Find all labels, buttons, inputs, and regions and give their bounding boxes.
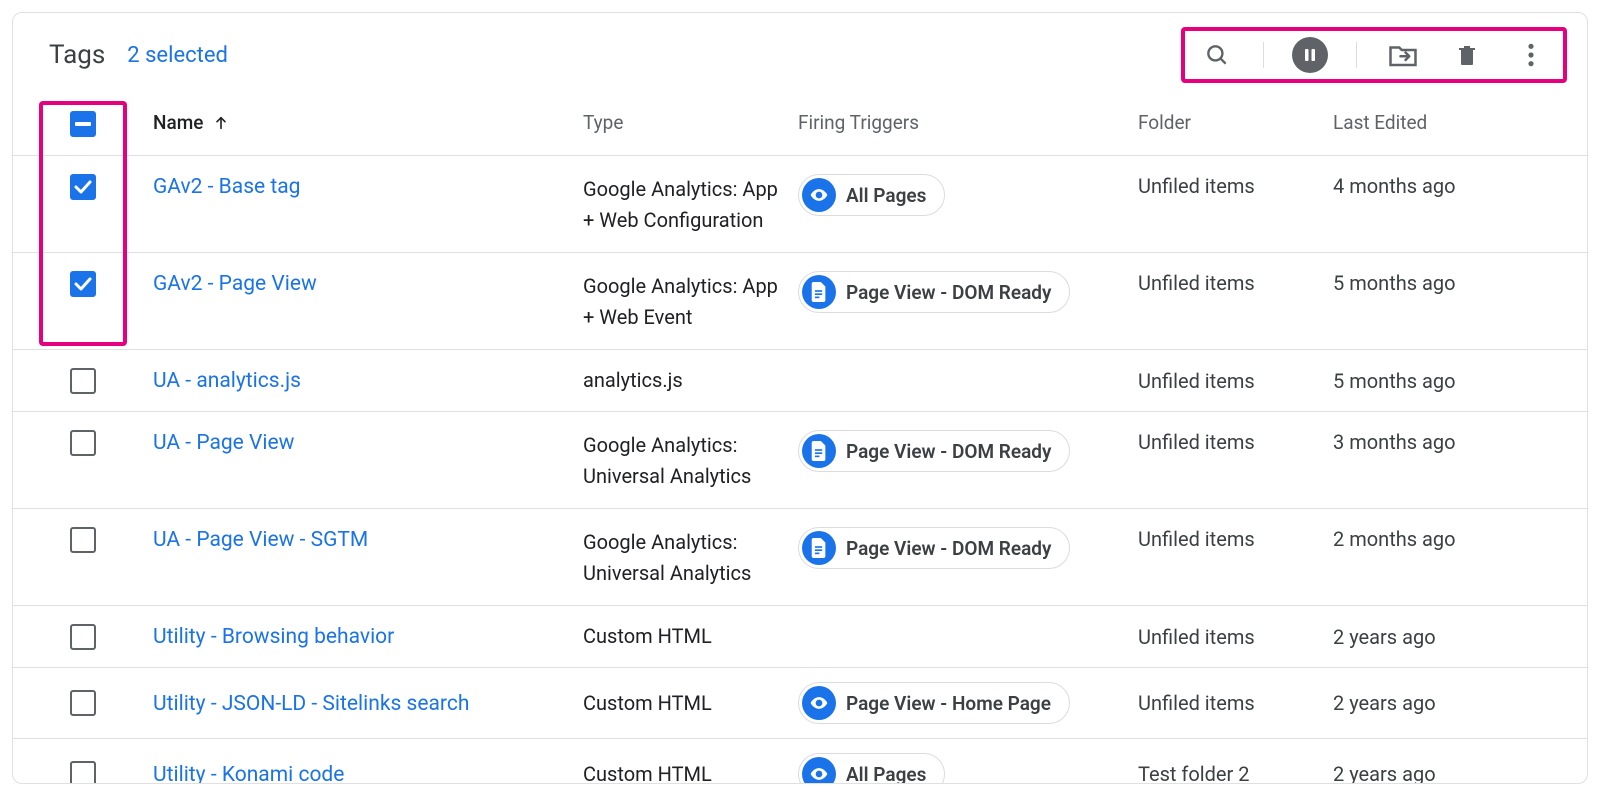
col-name[interactable]: Name (153, 111, 583, 134)
row-checkbox[interactable] (70, 690, 96, 716)
last-edited-cell: 2 years ago (1333, 762, 1583, 784)
toolbar (1181, 27, 1567, 83)
trigger-cell: Page View - DOM Ready (798, 527, 1138, 569)
last-edited-cell: 2 years ago (1333, 625, 1583, 649)
col-triggers[interactable]: Firing Triggers (798, 111, 1138, 134)
tag-type: Google Analytics: App + Web Event (583, 271, 798, 333)
dom-ready-icon (802, 434, 836, 468)
trigger-chip[interactable]: Page View - DOM Ready (798, 527, 1070, 569)
sort-asc-icon (213, 115, 229, 131)
header: Tags 2 selected (13, 13, 1587, 97)
more-button[interactable] (1513, 37, 1549, 73)
page-title: Tags (49, 40, 105, 70)
row-checkbox[interactable] (70, 174, 96, 200)
row-checkbox[interactable] (70, 368, 96, 394)
trigger-chip[interactable]: Page View - DOM Ready (798, 271, 1070, 313)
trigger-cell: All Pages (798, 753, 1138, 784)
folder-move-icon (1388, 42, 1418, 68)
folder-cell: Unfiled items (1138, 527, 1333, 551)
table-row[interactable]: GAv2 - Page View Google Analytics: App + … (13, 253, 1587, 350)
tag-type: analytics.js (583, 365, 798, 396)
trigger-label: All Pages (846, 763, 926, 785)
toolbar-divider (1356, 42, 1357, 68)
col-edited[interactable]: Last Edited (1333, 111, 1583, 134)
trigger-label: Page View - DOM Ready (846, 537, 1051, 560)
row-checkbox[interactable] (70, 624, 96, 650)
select-all-checkbox[interactable] (70, 111, 96, 137)
pause-icon (1292, 37, 1328, 73)
dom-ready-icon (802, 275, 836, 309)
tag-type: Google Analytics: Universal Analytics (583, 527, 798, 589)
pageview-icon (802, 178, 836, 212)
tag-type: Google Analytics: Universal Analytics (583, 430, 798, 492)
trigger-cell: All Pages (798, 174, 1138, 216)
folder-cell: Test folder 2 (1138, 762, 1333, 784)
folder-cell: Unfiled items (1138, 625, 1333, 649)
last-edited-cell: 5 months ago (1333, 271, 1583, 295)
search-icon (1204, 42, 1230, 68)
tags-card: Tags 2 selected (12, 12, 1588, 784)
folder-cell: Unfiled items (1138, 369, 1333, 393)
dom-ready-icon (802, 531, 836, 565)
row-checkbox[interactable] (70, 430, 96, 456)
row-checkbox[interactable] (70, 527, 96, 553)
last-edited-cell: 5 months ago (1333, 369, 1583, 393)
toolbar-divider (1263, 42, 1264, 68)
table-row[interactable]: UA - Page View Google Analytics: Universa… (13, 412, 1587, 509)
trigger-label: Page View - DOM Ready (846, 440, 1051, 463)
tag-name-link[interactable]: UA - Page View - SGTM (153, 528, 368, 552)
row-checkbox[interactable] (70, 761, 96, 784)
more-vert-icon (1527, 42, 1535, 68)
trigger-chip[interactable]: Page View - Home Page (798, 682, 1070, 724)
folder-cell: Unfiled items (1138, 691, 1333, 715)
last-edited-cell: 2 months ago (1333, 527, 1583, 551)
trigger-label: All Pages (846, 184, 926, 207)
trigger-label: Page View - Home Page (846, 692, 1051, 715)
trigger-cell: Page View - DOM Ready (798, 271, 1138, 313)
tag-name-link[interactable]: Utility - Browsing behavior (153, 625, 394, 649)
folder-cell: Unfiled items (1138, 174, 1333, 198)
pageview-icon (802, 686, 836, 720)
table-header: Name Type Firing Triggers Folder Last Ed… (13, 97, 1587, 156)
trigger-chip[interactable]: Page View - DOM Ready (798, 430, 1070, 472)
tag-type: Custom HTML (583, 759, 798, 785)
last-edited-cell: 4 months ago (1333, 174, 1583, 198)
table-row[interactable]: GAv2 - Base tag Google Analytics: App + W… (13, 156, 1587, 253)
tag-name-link[interactable]: UA - analytics.js (153, 369, 301, 393)
tag-name-link[interactable]: UA - Page View (153, 431, 294, 455)
tag-type: Custom HTML (583, 688, 798, 719)
trigger-cell: Page View - DOM Ready (798, 430, 1138, 472)
col-folder[interactable]: Folder (1138, 111, 1333, 134)
col-type[interactable]: Type (583, 111, 798, 134)
trigger-chip[interactable]: All Pages (798, 753, 945, 784)
tag-name-link[interactable]: Utility - Konami code (153, 763, 344, 785)
tag-type: Google Analytics: App + Web Configuratio… (583, 174, 798, 236)
table-row[interactable]: Utility - JSON-LD - Sitelinks search Cust… (13, 668, 1587, 739)
last-edited-cell: 2 years ago (1333, 691, 1583, 715)
folder-cell: Unfiled items (1138, 430, 1333, 454)
table-row[interactable]: Utility - Browsing behavior Custom HTML Un… (13, 606, 1587, 668)
tags-table: Name Type Firing Triggers Folder Last Ed… (13, 97, 1587, 784)
delete-button[interactable] (1449, 37, 1485, 73)
last-edited-cell: 3 months ago (1333, 430, 1583, 454)
move-to-folder-button[interactable] (1385, 37, 1421, 73)
search-button[interactable] (1199, 37, 1235, 73)
tag-name-link[interactable]: GAv2 - Base tag (153, 175, 300, 199)
table-row[interactable]: UA - analytics.js analytics.js Unfiled ite… (13, 350, 1587, 412)
trigger-chip[interactable]: All Pages (798, 174, 945, 216)
col-name-label: Name (153, 111, 203, 134)
trigger-cell: Page View - Home Page (798, 682, 1138, 724)
pageview-icon (802, 757, 836, 784)
tag-type: Custom HTML (583, 621, 798, 652)
tag-name-link[interactable]: GAv2 - Page View (153, 272, 317, 296)
selection-count[interactable]: 2 selected (127, 43, 228, 68)
table-row[interactable]: Utility - Konami code Custom HTML All Pag… (13, 739, 1587, 784)
row-checkbox[interactable] (70, 271, 96, 297)
table-row[interactable]: UA - Page View - SGTM Google Analytics: U… (13, 509, 1587, 606)
pause-button[interactable] (1292, 37, 1328, 73)
trash-icon (1455, 42, 1479, 68)
folder-cell: Unfiled items (1138, 271, 1333, 295)
trigger-label: Page View - DOM Ready (846, 281, 1051, 304)
tag-name-link[interactable]: Utility - JSON-LD - Sitelinks search (153, 692, 469, 716)
